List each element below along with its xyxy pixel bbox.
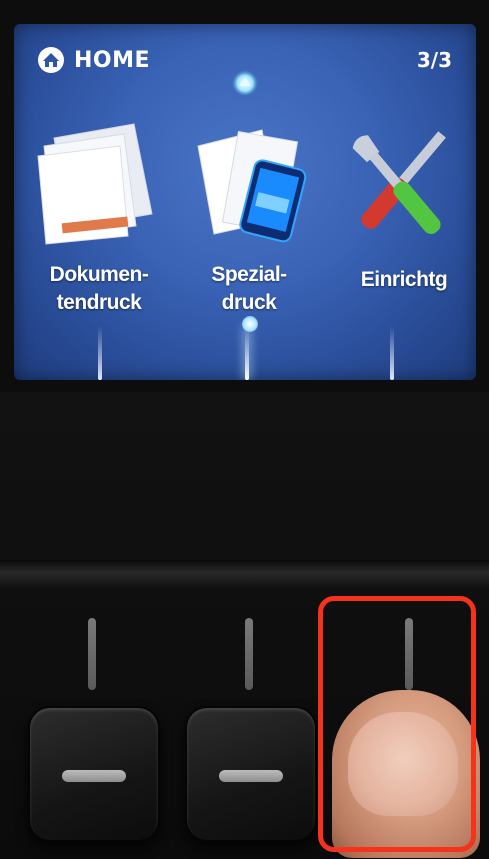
tile-label-document-print: Dokumen- tendruck — [49, 263, 149, 314]
triangle-up-icon[interactable] — [230, 66, 260, 96]
panel-divider — [0, 560, 489, 588]
center-function-button[interactable] — [185, 706, 317, 842]
softkey-indicator-right — [390, 326, 394, 380]
screen-header: HOME — [36, 46, 150, 74]
printer-control-panel: HOME 3/3 Dokumen- tendruck Spezial- druc… — [0, 0, 489, 859]
thumbnail — [348, 712, 458, 816]
home-icon — [38, 47, 64, 73]
button-led-center — [245, 618, 253, 690]
selection-glow-icon — [242, 316, 258, 332]
tile-label-setup: Einrichtg — [360, 268, 448, 291]
tile-document-print[interactable]: Dokumen- tendruck — [24, 116, 174, 336]
dash-icon — [219, 770, 283, 782]
tile-special-print[interactable]: Spezial- druck — [174, 116, 324, 336]
left-function-button[interactable] — [28, 706, 160, 842]
softkey-indicator-left — [98, 326, 102, 380]
tile-setup[interactable]: Einrichtg — [329, 116, 476, 336]
softkey-indicator-center — [245, 326, 249, 380]
special-print-icon — [197, 129, 307, 243]
tools-icon — [352, 131, 446, 234]
documents-icon — [37, 123, 153, 245]
lcd-bezel: HOME 3/3 Dokumen- tendruck Spezial- druc… — [0, 0, 489, 392]
dash-icon — [62, 770, 126, 782]
button-led-left — [88, 618, 96, 690]
screen-title: HOME — [74, 47, 151, 73]
lcd-screen: HOME 3/3 Dokumen- tendruck Spezial- druc… — [14, 24, 476, 380]
page-indicator: 3/3 — [416, 48, 452, 72]
tile-label-special-print: Spezial- druck — [211, 263, 287, 314]
